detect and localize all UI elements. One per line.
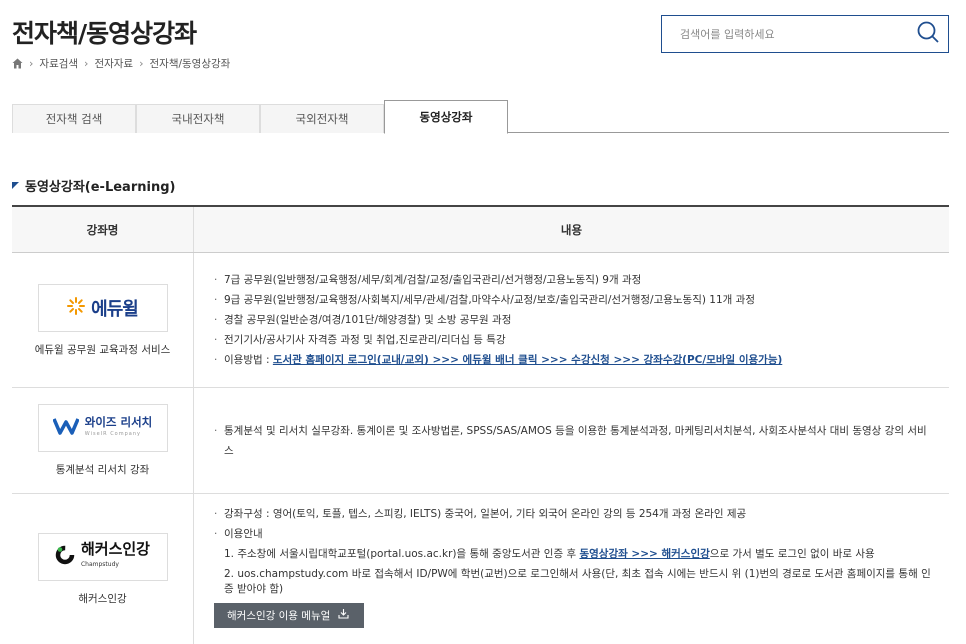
chevron-right-icon: › (84, 57, 89, 70)
chevron-right-icon: › (29, 57, 34, 70)
table-header: 강좌명 내용 (12, 207, 949, 253)
tab-foreign-ebook[interactable]: 국외전자책 (260, 104, 384, 133)
search-box (661, 15, 949, 53)
content-line: 7급 공무원(일반행정/교육행정/세무/회계/검찰/교정/출입국관리/선거행정/… (214, 270, 935, 290)
usage-link[interactable]: 도서관 홈페이지 로그인(교내/교외) >>> 에듀윌 배너 클릭 >>> 수강… (273, 354, 782, 366)
hackers-logo-title: 해커스인강 (80, 539, 150, 558)
course-cell: 와이즈 리서치 WiseIR Company 통계분석 리서치 강좌 (12, 388, 194, 493)
service-name: 해커스인강 (78, 592, 127, 605)
content-cell: 통계분석 및 리서치 실무강좌. 통계이론 및 조사방법론, SPSS/SAS/… (194, 388, 949, 493)
download-icon (338, 606, 349, 626)
tab-domestic-ebook[interactable]: 국내전자책 (136, 104, 260, 133)
search-button[interactable] (908, 16, 948, 52)
eduwill-logo-text: 에듀윌 (91, 298, 139, 320)
service-name: 에듀윌 공무원 교육과정 서비스 (34, 343, 171, 356)
wise-research-logo[interactable]: 와이즈 리서치 WiseIR Company (37, 404, 168, 452)
content-cell: 강좌구성 : 영어(토익, 토플, 텝스, 스피킹, IELTS) 중국어, 일… (194, 494, 949, 644)
breadcrumb: › 자료검색 › 전자자료 › 전자책/동영상강좌 (12, 56, 230, 71)
wise-logo-subtitle: WiseIR Company (84, 431, 141, 437)
hackers-logo-text: 해커스인강 Champstudy (81, 541, 150, 573)
step-line: 1. 주소창에 서울시립대학교포털(portal.uos.ac.kr)을 통해 … (214, 544, 935, 564)
table-row: 에듀윌 에듀윌 공무원 교육과정 서비스 7급 공무원(일반행정/교육행정/세무… (12, 253, 949, 388)
section-title: 동영상강좌(e-Learning) (25, 180, 176, 195)
column-header-course: 강좌명 (12, 207, 194, 252)
chevron-right-icon: › (139, 57, 144, 70)
breadcrumb-item[interactable]: 전자책/동영상강좌 (150, 56, 231, 71)
search-input[interactable] (662, 16, 908, 52)
tab-ebook-search[interactable]: 전자책 검색 (12, 104, 136, 133)
content-line: 통계분석 및 리서치 실무강좌. 통계이론 및 조사방법론, SPSS/SAS/… (214, 421, 935, 461)
breadcrumb-item[interactable]: 자료검색 (39, 56, 78, 71)
content-line: 이용안내 (214, 524, 935, 544)
step1-text: 1. 주소창에 서울시립대학교포털(portal.uos.ac.kr)을 통해 … (224, 548, 580, 560)
content-cell: 7급 공무원(일반행정/교육행정/세무/회계/검찰/교정/출입국관리/선거행정/… (194, 253, 949, 387)
page-title: 전자책/동영상강좌 (12, 19, 197, 48)
wise-logo-title: 와이즈 리서치 (84, 415, 153, 429)
eduwill-sun-icon (67, 296, 86, 319)
eduwill-logo[interactable]: 에듀윌 (37, 283, 168, 332)
table-row: 와이즈 리서치 WiseIR Company 통계분석 리서치 강좌 통계분석 … (12, 388, 949, 494)
hackers-logo-subtitle: Champstudy (80, 560, 119, 568)
tab-bar: 전자책 검색 국내전자책 국외전자책 동영상강좌 (12, 100, 949, 134)
breadcrumb-item[interactable]: 전자자료 (94, 56, 133, 71)
wise-logo-text: 와이즈 리서치 WiseIR Company (85, 416, 152, 440)
section-marker-icon (12, 182, 19, 189)
wise-w-icon (52, 417, 80, 439)
manual-download-button[interactable]: 해커스인강 이용 메뉴얼 (214, 603, 364, 628)
service-name: 통계분석 리서치 강좌 (55, 464, 150, 476)
course-cell: 에듀윌 에듀윌 공무원 교육과정 서비스 (12, 253, 194, 387)
home-icon[interactable] (12, 58, 23, 69)
usage-label: 이용방법 : (224, 354, 273, 366)
step1-text-end: 으로 가서 별도 로그인 없이 바로 사용 (709, 548, 875, 560)
section-heading: 동영상강좌(e-Learning) (12, 176, 175, 195)
usage-line: 이용방법 : 도서관 홈페이지 로그인(교내/교외) >>> 에듀윌 배너 클릭… (214, 350, 935, 370)
lecture-table: 강좌명 내용 에듀윌 에듀윌 공무원 교육과정 서비스 · 7급 공무원(일반행… (12, 205, 949, 644)
manual-button-label: 해커스인강 이용 메뉴얼 (227, 609, 331, 622)
column-header-content: 내용 (560, 222, 583, 237)
content-line: 9급 공무원(일반행정/교육행정/사회복지/세무/관세/검찰,마약수사/교정/보… (214, 290, 935, 310)
step-line: 2. uos.champstudy.com 바로 접속해서 ID/PW에 학번(… (224, 568, 931, 595)
course-cell: 해커스인강 Champstudy 해커스인강 (12, 494, 194, 644)
content-line: 전기기사/공사기사 자격증 과정 및 취업,진로관리/리더십 등 특강 (214, 330, 935, 350)
hackers-logo[interactable]: 해커스인강 Champstudy (37, 532, 168, 581)
search-icon (916, 20, 940, 48)
content-line: 강좌구성 : 영어(토익, 토플, 텝스, 스피킹, IELTS) 중국어, 일… (214, 504, 935, 524)
hackers-circle-icon (55, 545, 75, 569)
content-line: 경찰 공무원(일반순경/여경/101단/해양경찰) 및 소방 공무원 과정 (214, 310, 935, 330)
tab-video-lectures[interactable]: 동영상강좌 (384, 100, 508, 134)
step1-link[interactable]: 동영상강좌 >>> 해커스인강 (579, 548, 709, 560)
table-row: 해커스인강 Champstudy 해커스인강 강좌구성 : 영어(토익, 토플,… (12, 494, 949, 644)
